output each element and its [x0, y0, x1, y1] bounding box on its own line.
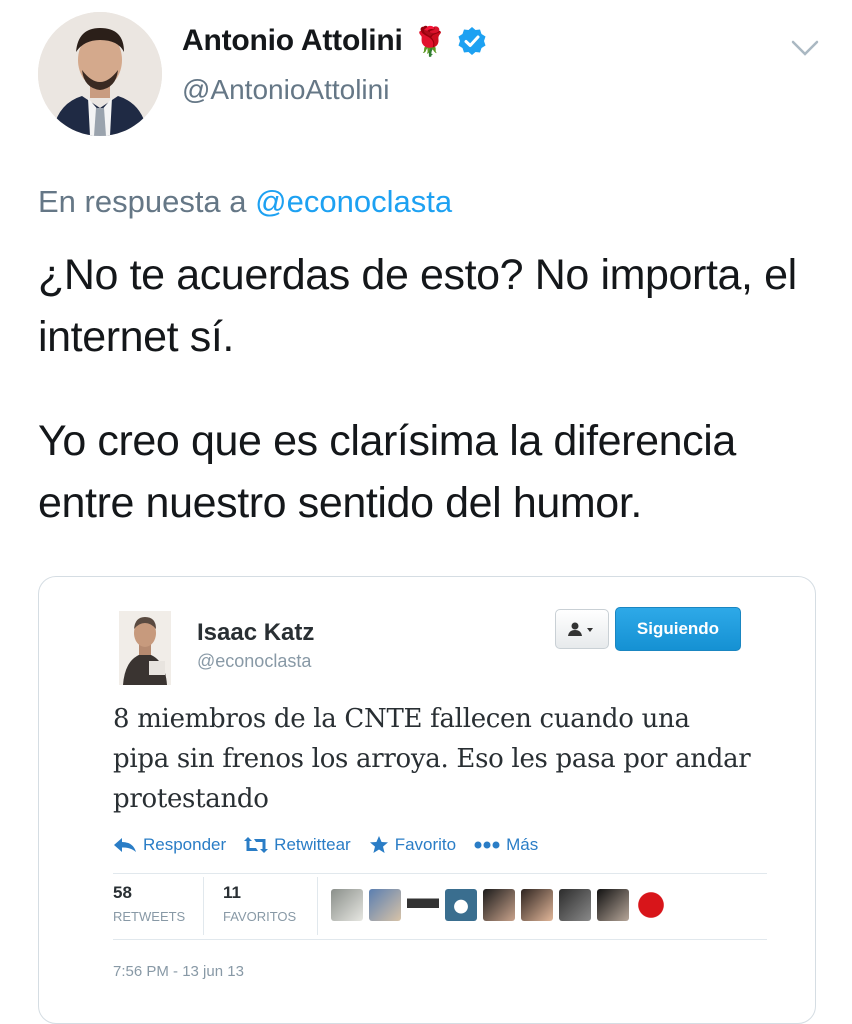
author-avatar[interactable] [38, 12, 162, 136]
favorites-count: 11 [223, 883, 241, 902]
more-action[interactable]: Más [474, 835, 538, 855]
reply-context: En respuesta a @econoclasta [38, 184, 452, 220]
favoriter-avatar[interactable] [521, 889, 553, 921]
favoriter-avatar[interactable] [635, 889, 667, 921]
more-dots-icon [474, 841, 500, 849]
favorite-action[interactable]: Favorito [369, 835, 456, 855]
author-name-row[interactable]: Antonio Attolini 🌹 [182, 24, 487, 58]
tweet-paragraph-1: ¿No te acuerdas de esto? No importa, el … [38, 251, 797, 361]
favorite-action-label: Favorito [394, 835, 457, 854]
attached-image-card[interactable]: Isaac Katz @econoclasta Siguiendo 8 miem… [38, 576, 816, 1024]
author-avatar-image [38, 12, 162, 136]
stats-separator [203, 877, 204, 935]
favoriter-avatar[interactable] [483, 889, 515, 921]
favoriter-avatar[interactable] [407, 889, 439, 921]
reply-action[interactable]: Responder [113, 835, 226, 855]
following-button[interactable]: Siguiendo [615, 607, 741, 651]
tweet-paragraph-2: Yo creo que es clarísima la diferencia e… [38, 417, 736, 527]
author-handle[interactable]: @AntonioAttolini [182, 74, 389, 106]
stats-top-divider [113, 873, 767, 874]
favorites-stat[interactable]: 11 FAVORITOS [223, 883, 296, 924]
retweet-icon [244, 837, 269, 853]
embedded-actions-bar: Responder Retwittear Favorito Más [113, 835, 538, 855]
favoriter-avatar[interactable] [445, 889, 477, 921]
embedded-author-name[interactable]: Isaac Katz [197, 619, 314, 647]
favoriter-avatar[interactable] [559, 889, 591, 921]
embedded-timestamp[interactable]: 7:56 PM - 13 jun 13 [113, 963, 244, 980]
embedded-tweet-text: 8 miembros de la CNTE fallecen cuando un… [113, 704, 751, 814]
star-icon [369, 836, 388, 853]
favorites-label: FAVORITOS [223, 909, 297, 924]
favoriter-avatar[interactable] [369, 889, 401, 921]
favoriter-avatar[interactable] [331, 889, 363, 921]
retweets-count: 58 [113, 883, 132, 902]
reply-to-link[interactable]: @econoclasta [255, 184, 452, 219]
rose-emoji: 🌹 [412, 25, 448, 57]
user-dropdown-icon [568, 622, 593, 636]
user-actions-dropdown[interactable] [555, 609, 609, 649]
favoriter-avatar[interactable] [597, 889, 629, 921]
embedded-author-handle[interactable]: @econoclasta [197, 651, 311, 672]
retweet-action[interactable]: Retwittear [244, 835, 351, 855]
verified-badge-icon [458, 27, 486, 55]
retweets-label: RETWEETS [113, 909, 186, 924]
reply-prefix: En respuesta a [38, 184, 247, 219]
stats-separator-2 [317, 877, 318, 935]
author-name[interactable]: Antonio Attolini [182, 24, 403, 58]
reply-arrow-icon [114, 838, 136, 852]
embedded-author-avatar [119, 611, 171, 685]
retweet-action-label: Retwittear [274, 835, 351, 854]
stats-bottom-divider [113, 939, 767, 940]
retweets-stat[interactable]: 58 RETWEETS [113, 883, 185, 924]
chevron-down-icon[interactable] [790, 38, 820, 58]
more-action-label: Más [506, 835, 539, 854]
reply-action-label: Responder [143, 835, 227, 854]
favoriters-avatars [331, 889, 667, 921]
